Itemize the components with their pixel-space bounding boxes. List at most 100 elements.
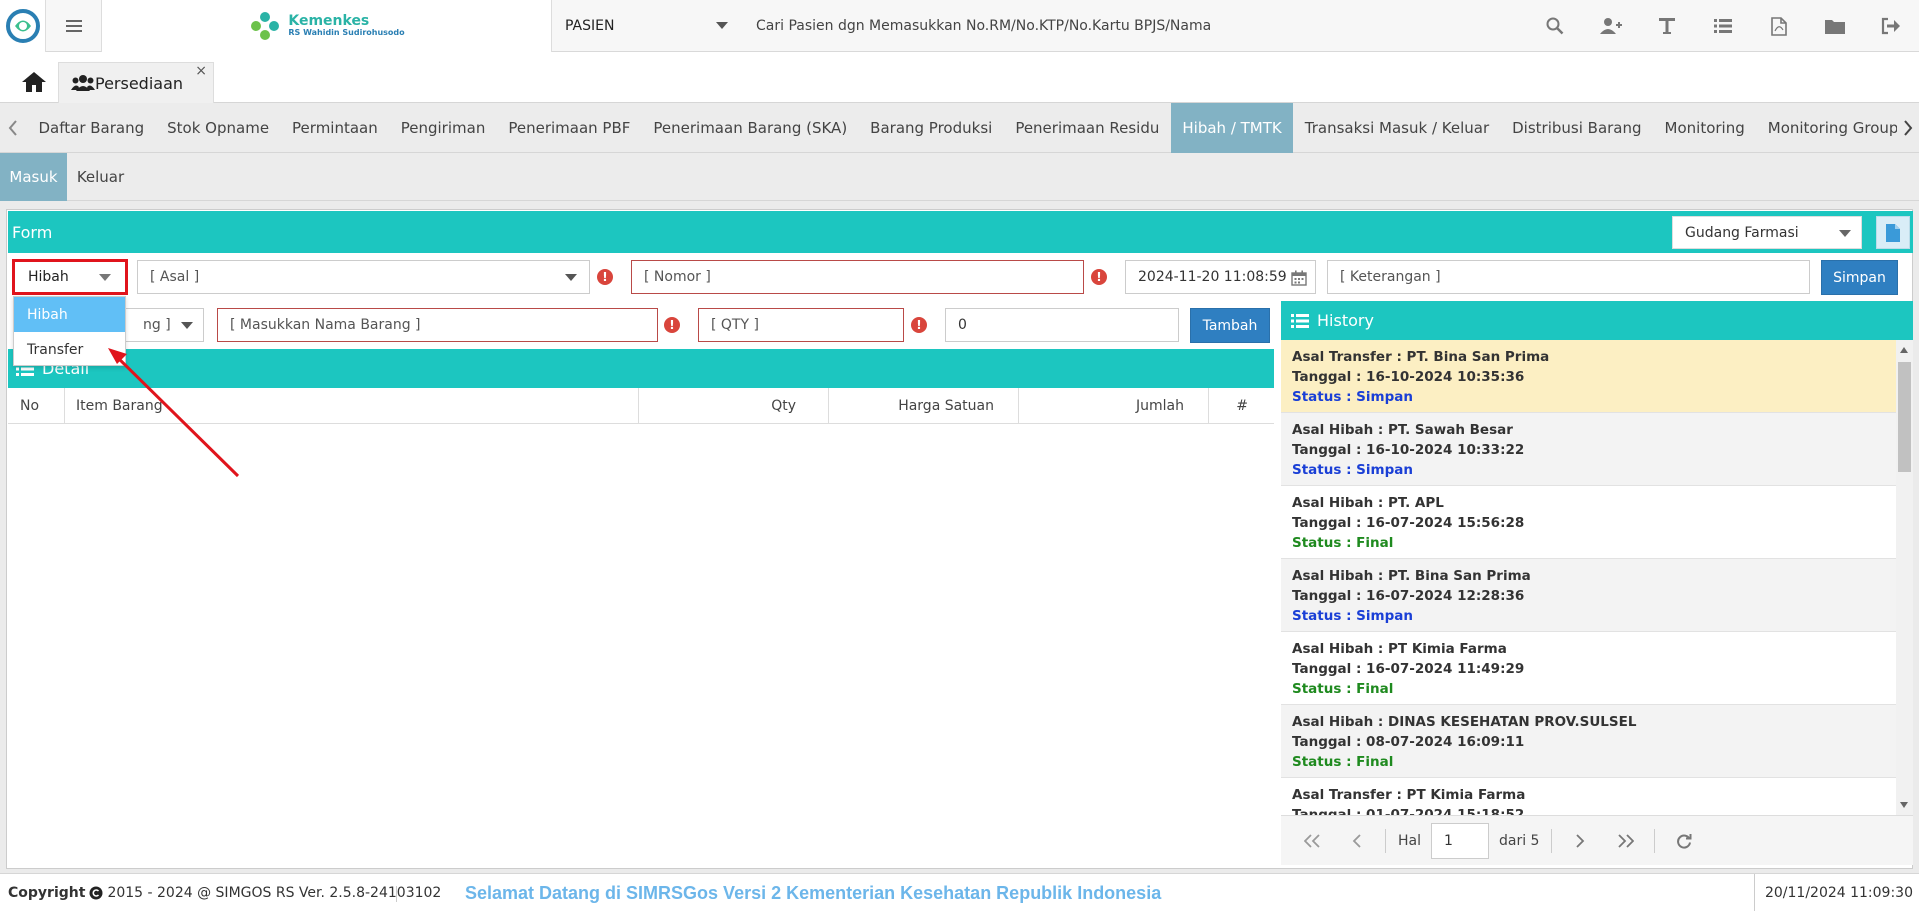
search-icon[interactable] bbox=[1527, 0, 1583, 52]
menu-tab-item[interactable]: Penerimaan Barang (SKA) bbox=[642, 103, 859, 153]
history-item-asal: Asal Hibah : DINAS KESEHATAN PROV.SULSEL bbox=[1292, 714, 1637, 730]
menu-tab-item[interactable]: Penerimaan PBF bbox=[497, 103, 642, 153]
app-logo[interactable] bbox=[0, 0, 46, 52]
dropdown-option-hibah[interactable]: Hibah bbox=[14, 297, 125, 332]
scroll-down-icon[interactable] bbox=[1900, 802, 1908, 808]
pasien-select[interactable]: PASIEN bbox=[552, 0, 736, 52]
tanggal-input[interactable]: 2024-11-20 11:08:59 bbox=[1125, 260, 1316, 294]
app-logo-icon bbox=[5, 9, 40, 43]
history-item-tanggal: Tanggal : 16-10-2024 10:33:22 bbox=[1292, 442, 1525, 458]
history-item-status: Status : Final bbox=[1292, 681, 1394, 697]
history-item-tanggal: Tanggal : 01-07-2024 15:18:52 bbox=[1292, 807, 1525, 815]
page-tabs: Persediaan × bbox=[0, 52, 1919, 103]
annotation-arrow bbox=[108, 348, 240, 478]
tanggal-value: 2024-11-20 11:08:59 bbox=[1138, 269, 1287, 285]
prev-page-icon[interactable] bbox=[1334, 816, 1379, 866]
new-document-button[interactable] bbox=[1876, 216, 1910, 249]
menu-tab-item[interactable]: Penerimaan Residu bbox=[1004, 103, 1171, 153]
pdf-icon[interactable] bbox=[1751, 0, 1807, 52]
history-item-asal: Asal Transfer : PT. Bina San Prima bbox=[1292, 349, 1550, 365]
pager-hal-label: Hal bbox=[1398, 832, 1421, 849]
pager-divider bbox=[1551, 828, 1553, 853]
history-item[interactable]: Asal Transfer : PT Kimia Farma Tanggal : … bbox=[1281, 778, 1896, 815]
calendar-icon[interactable] bbox=[1291, 270, 1307, 286]
history-item-status: Status : Simpan bbox=[1292, 389, 1413, 405]
brand-logo: Kemenkes RS Wahidin Sudirohusodo bbox=[102, 0, 552, 52]
history-item-asal: Asal Transfer : PT Kimia Farma bbox=[1292, 787, 1526, 803]
footer-divider bbox=[396, 886, 397, 902]
asal-select[interactable]: [ Asal ] bbox=[137, 260, 590, 294]
tab-masuk[interactable]: Masuk bbox=[0, 153, 67, 201]
tambah-button[interactable]: Tambah bbox=[1190, 308, 1270, 343]
refresh-icon[interactable] bbox=[1661, 816, 1706, 866]
top-navbar: Kemenkes RS Wahidin Sudirohusodo PASIEN … bbox=[0, 0, 1919, 52]
simpan-button[interactable]: Simpan bbox=[1821, 260, 1898, 295]
kemenkes-logo-icon bbox=[251, 12, 280, 40]
menu-tab-item[interactable]: Hibah / TMTK bbox=[1170, 103, 1294, 153]
menu-tab-item[interactable]: Monitoring Group bbox=[1756, 103, 1897, 153]
next-page-icon[interactable] bbox=[1558, 816, 1603, 866]
home-tab[interactable] bbox=[12, 62, 56, 102]
harga-input[interactable]: 0 bbox=[945, 308, 1179, 342]
menu-tab-list: Daftar Barang Stok Opname Permintaan Pengir… bbox=[27, 103, 1897, 153]
nomor-input[interactable]: [ Nomor ] bbox=[631, 260, 1084, 294]
history-item[interactable]: Asal Hibah : DINAS KESEHATAN PROV.SULSEL… bbox=[1281, 705, 1896, 778]
page-number-input[interactable]: 1 bbox=[1431, 822, 1489, 859]
copyright-text: 2015 - 2024 @ SIMGOS RS Ver. 2.5.8-24103… bbox=[107, 885, 442, 901]
keterangan-input[interactable]: [ Keterangan ] bbox=[1327, 260, 1810, 294]
scroll-up-icon[interactable] bbox=[1900, 347, 1908, 353]
chevron-right-icon[interactable] bbox=[1897, 103, 1919, 153]
history-pager: Hal 1 dari 5 bbox=[1281, 815, 1913, 865]
tab-persediaan[interactable]: Persediaan × bbox=[58, 62, 214, 103]
menu-tab-item[interactable]: Permintaan bbox=[281, 103, 390, 153]
add-user-icon[interactable] bbox=[1583, 0, 1639, 52]
column-header-harga-satuan: Harga Satuan bbox=[898, 398, 994, 414]
jenis-select[interactable]: Hibah bbox=[12, 259, 128, 295]
list-icon[interactable] bbox=[1695, 0, 1751, 52]
text-icon[interactable] bbox=[1639, 0, 1695, 52]
home-icon bbox=[22, 72, 46, 92]
logout-icon[interactable] bbox=[1863, 0, 1919, 52]
warning-icon: ! bbox=[664, 317, 680, 333]
patient-search-input[interactable]: Cari Pasien dgn Memasukkan No.RM/No.KTP/… bbox=[756, 0, 1211, 52]
history-item-asal: Asal Hibah : PT Kimia Farma bbox=[1292, 641, 1507, 657]
chevron-left-icon[interactable] bbox=[2, 103, 24, 153]
menu-tab-item[interactable]: Daftar Barang bbox=[27, 103, 156, 153]
close-icon[interactable]: × bbox=[195, 63, 207, 79]
qty-input[interactable]: [ QTY ] bbox=[698, 308, 904, 342]
first-page-icon[interactable] bbox=[1289, 816, 1334, 866]
users-icon bbox=[71, 75, 95, 91]
copyright-icon bbox=[89, 886, 103, 900]
jenis-select-value: Hibah bbox=[28, 269, 69, 285]
history-item[interactable]: Asal Hibah : PT. Sawah Besar Tanggal : 16… bbox=[1281, 413, 1896, 486]
nama-barang-input[interactable]: [ Masukkan Nama Barang ] bbox=[217, 308, 658, 342]
gudang-select[interactable]: Gudang Farmasi bbox=[1672, 216, 1862, 249]
last-page-icon[interactable] bbox=[1603, 816, 1648, 866]
tab-keluar[interactable]: Keluar bbox=[67, 153, 134, 201]
hamburger-menu-button[interactable] bbox=[46, 0, 102, 52]
history-scrollbar[interactable] bbox=[1896, 340, 1913, 815]
column-header-jumlah: Jumlah bbox=[1136, 398, 1184, 414]
form-header: Form bbox=[8, 211, 1913, 253]
history-item[interactable]: Asal Hibah : PT Kimia Farma Tanggal : 16-… bbox=[1281, 632, 1896, 705]
history-header: History bbox=[1281, 301, 1913, 340]
scrollbar-thumb[interactable] bbox=[1898, 362, 1911, 472]
menu-tab-item[interactable]: Stok Opname bbox=[156, 103, 281, 153]
menu-tab-item[interactable]: Monitoring bbox=[1653, 103, 1756, 153]
menu-tab-item[interactable]: Distribusi Barang bbox=[1501, 103, 1653, 153]
history-item[interactable]: Asal Hibah : PT. APL Tanggal : 16-07-2024… bbox=[1281, 486, 1896, 559]
chevron-down-icon bbox=[99, 274, 111, 281]
module-menu-tabs: Daftar Barang Stok Opname Permintaan Pengir… bbox=[0, 103, 1919, 153]
history-item-asal: Asal Hibah : PT. Sawah Besar bbox=[1292, 422, 1513, 438]
menu-tab-item[interactable]: Pengiriman bbox=[389, 103, 497, 153]
history-item-asal: Asal Hibah : PT. APL bbox=[1292, 495, 1444, 511]
history-item[interactable]: Asal Transfer : PT. Bina San Prima Tangga… bbox=[1281, 340, 1896, 413]
history-item-tanggal: Tanggal : 16-10-2024 10:35:36 bbox=[1292, 369, 1525, 385]
copyright: Copyright 2015 - 2024 @ SIMGOS RS Ver. 2… bbox=[8, 874, 441, 911]
folder-icon[interactable] bbox=[1807, 0, 1863, 52]
menu-tab-item[interactable]: Barang Produksi bbox=[859, 103, 1004, 153]
tab-persediaan-label: Persediaan bbox=[95, 73, 184, 93]
column-header-action: # bbox=[1236, 398, 1248, 414]
menu-tab-item[interactable]: Transaksi Masuk / Keluar bbox=[1293, 103, 1500, 153]
history-item[interactable]: Asal Hibah : PT. Bina San Prima Tanggal :… bbox=[1281, 559, 1896, 632]
